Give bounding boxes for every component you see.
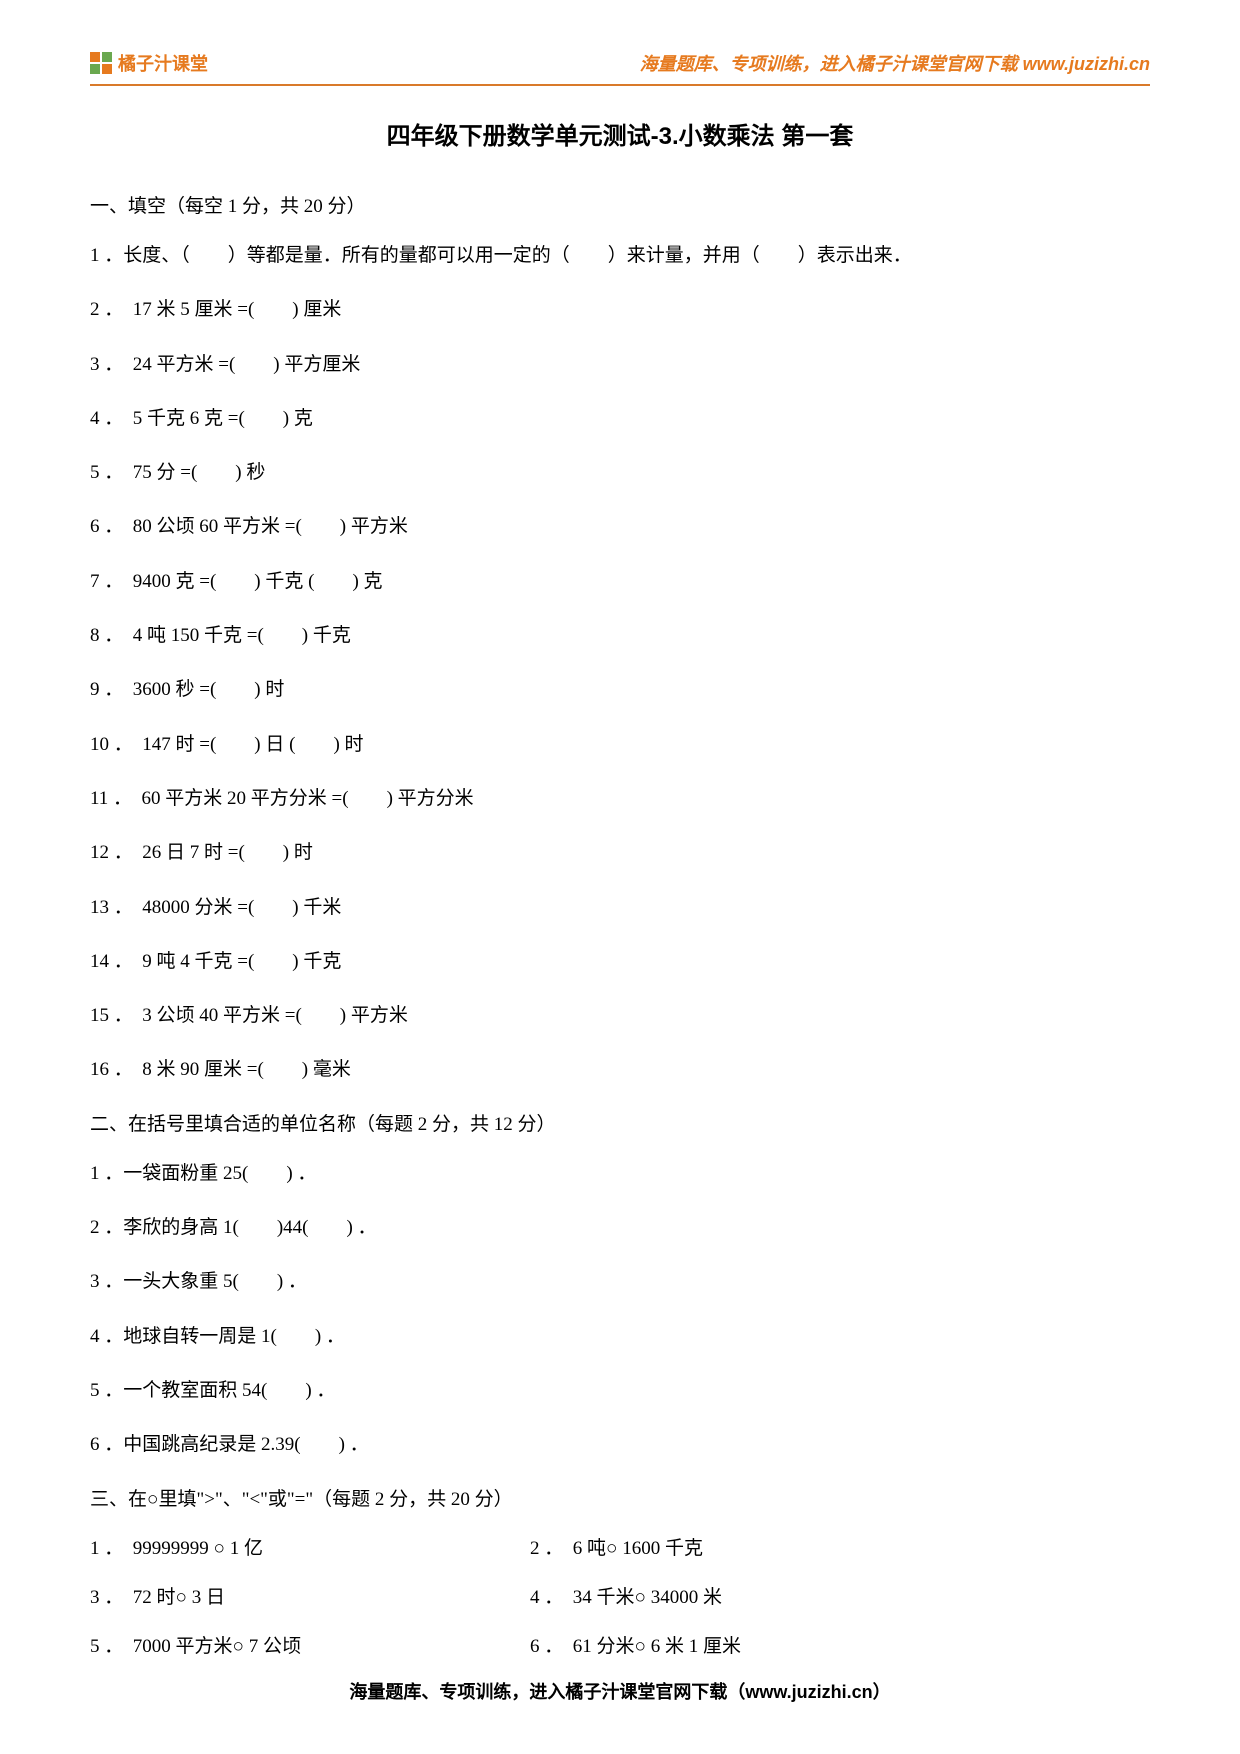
section-3-heading: 三、在○里填">"、"<"或"="（每题 2 分，共 20 分） (90, 1484, 1150, 1511)
s1-q11: 11 ． 60 平方米 20 平方分米 =( ) 平方分米 (90, 783, 1150, 815)
page-title: 四年级下册数学单元测试-3.小数乘法 第一套 (90, 116, 1150, 151)
s1-q13: 13 ． 48000 分米 =( ) 千米 (90, 892, 1150, 924)
s3-q2: 2 ． 6 吨○ 1600 千克 (530, 1533, 890, 1560)
s1-q6: 6 ． 80 公顷 60 平方米 =( ) 平方米 (90, 511, 1150, 543)
s1-q2: 2 ． 17 米 5 厘米 =( ) 厘米 (90, 294, 1150, 326)
s1-q3: 3 ． 24 平方米 =( ) 平方厘米 (90, 349, 1150, 381)
s2-q2: 2 ．李欣的身高 1( )44( ) ． (90, 1212, 1150, 1244)
s2-q1: 1 ．一袋面粉重 25( ) ． (90, 1158, 1150, 1190)
s1-q8: 8 ． 4 吨 150 千克 =( ) 千克 (90, 620, 1150, 652)
s1-q4: 4 ． 5 千克 6 克 =( ) 克 (90, 403, 1150, 435)
header-link-text: 海量题库、专项训练，进入橘子汁课堂官网下载 www.juzizhi.cn (640, 50, 1150, 76)
logo-icon (90, 52, 112, 74)
s1-q15: 15 ． 3 公顷 40 平方米 =( ) 平方米 (90, 1000, 1150, 1032)
logo-text: 橘子汁课堂 (118, 50, 208, 76)
s1-q16: 16 ． 8 米 90 厘米 =( ) 毫米 (90, 1054, 1150, 1086)
s1-q5: 5 ． 75 分 =( ) 秒 (90, 457, 1150, 489)
s3-row1: 1 ． 99999999 ○ 1 亿 2 ． 6 吨○ 1600 千克 (90, 1533, 1150, 1560)
s2-q5: 5 ．一个教室面积 54( ) ． (90, 1375, 1150, 1407)
s1-q12: 12 ． 26 日 7 时 =( ) 时 (90, 837, 1150, 869)
s3-q5: 5 ． 7000 平方米○ 7 公顷 (90, 1631, 450, 1658)
s1-q14: 14 ． 9 吨 4 千克 =( ) 千克 (90, 946, 1150, 978)
s3-row2: 3 ． 72 时○ 3 日 4 ． 34 千米○ 34000 米 (90, 1582, 1150, 1609)
s3-q4: 4 ． 34 千米○ 34000 米 (530, 1582, 890, 1609)
logo: 橘子汁课堂 (90, 50, 208, 76)
s1-q10: 10 ． 147 时 =( ) 日 ( ) 时 (90, 729, 1150, 761)
s2-q4: 4 ．地球自转一周是 1( ) ． (90, 1321, 1150, 1353)
s2-q6: 6 ．中国跳高纪录是 2.39( ) ． (90, 1429, 1150, 1461)
page-header: 橘子汁课堂 海量题库、专项训练，进入橘子汁课堂官网下载 www.juzizhi.… (90, 50, 1150, 86)
s3-q6: 6 ． 61 分米○ 6 米 1 厘米 (530, 1631, 890, 1658)
s3-q3: 3 ． 72 时○ 3 日 (90, 1582, 450, 1609)
page-footer: 海量题库、专项训练，进入橘子汁课堂官网下载（www.juzizhi.cn） (0, 1678, 1240, 1704)
section-2-heading: 二、在括号里填合适的单位名称（每题 2 分，共 12 分） (90, 1109, 1150, 1136)
s1-q1: 1 ．长度、（ ）等都是量．所有的量都可以用一定的（ ）来计量，并用（ ）表示出… (90, 240, 1150, 272)
s1-q7: 7 ． 9400 克 =( ) 千克 ( ) 克 (90, 566, 1150, 598)
s3-row3: 5 ． 7000 平方米○ 7 公顷 6 ． 61 分米○ 6 米 1 厘米 (90, 1631, 1150, 1658)
s1-q9: 9 ． 3600 秒 =( ) 时 (90, 674, 1150, 706)
section-1-heading: 一、填空（每空 1 分，共 20 分） (90, 191, 1150, 218)
s3-q1: 1 ． 99999999 ○ 1 亿 (90, 1533, 450, 1560)
s2-q3: 3 ．一头大象重 5( ) ． (90, 1266, 1150, 1298)
